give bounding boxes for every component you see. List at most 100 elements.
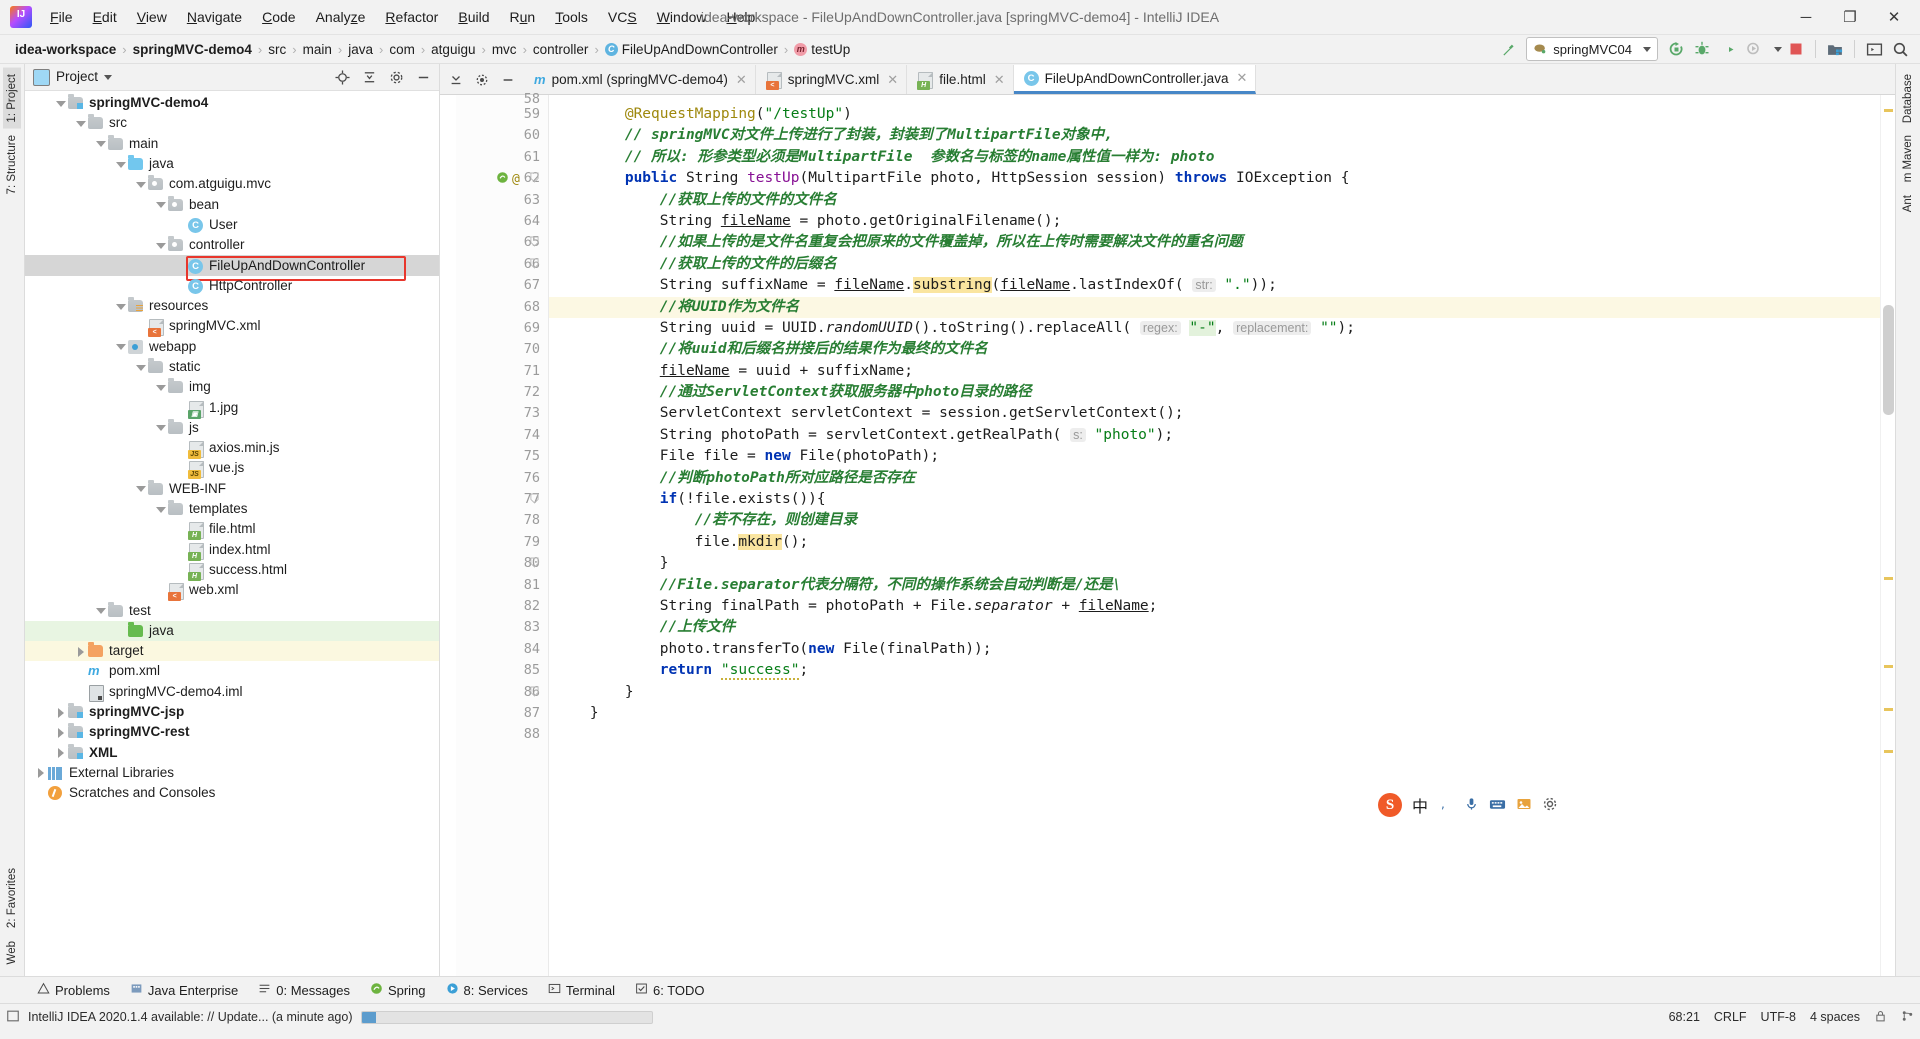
- right-rail-tab-m-maven[interactable]: m Maven: [1899, 129, 1917, 188]
- breadcrumb-item-main[interactable]: main: [298, 40, 337, 59]
- code-line-70[interactable]: //将uuid和后缀名拼接后的结果作为最终的文件名: [549, 339, 1880, 360]
- code-line-85[interactable]: return "success";: [549, 660, 1880, 681]
- file-encoding[interactable]: UTF-8: [1761, 1010, 1796, 1024]
- tree-node-pom-xml[interactable]: m pom.xml: [25, 661, 439, 681]
- tree-node-webapp[interactable]: webapp: [25, 337, 439, 357]
- editor-marker[interactable]: [1884, 577, 1893, 580]
- tree-node-springmvc-xml[interactable]: < springMVC.xml: [25, 316, 439, 338]
- close-tab-icon[interactable]: ✕: [887, 72, 898, 88]
- close-tab-icon[interactable]: ✕: [736, 72, 747, 88]
- code-line-76[interactable]: //判断photoPath所对应路径是否存在: [549, 468, 1880, 489]
- editor-tab-fileupanddowncontroller-java[interactable]: FileUpAndDownController.java ✕: [1013, 65, 1257, 94]
- status-message[interactable]: IntelliJ IDEA 2020.1.4 available: // Upd…: [28, 1010, 353, 1024]
- breadcrumb-item-com[interactable]: com: [384, 40, 420, 59]
- tree-node-vue-js[interactable]: JS vue.js: [25, 458, 439, 480]
- rail-tab-2-favorites[interactable]: 2: Favorites: [3, 862, 21, 934]
- editor-marker[interactable]: [1884, 750, 1893, 753]
- minimize-button[interactable]: ─: [1784, 1, 1828, 33]
- menu-item-edit[interactable]: Edit: [83, 5, 127, 29]
- caret-position[interactable]: 68:21: [1669, 1010, 1700, 1024]
- editor-tab-springmvc-xml[interactable]: < springMVC.xml ✕: [756, 65, 908, 94]
- run-configuration-selector[interactable]: springMVC04: [1526, 37, 1658, 61]
- rail-tab-1-project[interactable]: 1: Project: [3, 68, 21, 129]
- breadcrumb-item-fileupanddowncontroller[interactable]: FileUpAndDownController: [600, 40, 783, 59]
- tree-node-fileupanddowncontroller[interactable]: FileUpAndDownController: [25, 255, 439, 276]
- tree-node-xml[interactable]: XML: [25, 743, 439, 763]
- editor-marker-scrollbar[interactable]: [1880, 95, 1895, 976]
- tree-node-templates[interactable]: templates: [25, 499, 439, 519]
- debug-icon[interactable]: [1690, 38, 1714, 60]
- breadcrumb-item-controller[interactable]: controller: [528, 40, 594, 59]
- tree-node-java[interactable]: java: [25, 620, 439, 642]
- tree-node-user[interactable]: User: [25, 215, 439, 235]
- ime-language-indicator[interactable]: 中: [1412, 793, 1428, 817]
- code-content[interactable]: @RequestMapping("/testUp") // springMVC对…: [549, 95, 1880, 976]
- tree-node-web-inf[interactable]: WEB-INF: [25, 479, 439, 499]
- run-icon[interactable]: [1664, 38, 1688, 60]
- tree-node-target[interactable]: target: [25, 641, 439, 662]
- tree-node-success-html[interactable]: Hsuccess.html: [25, 560, 439, 581]
- menu-item-file[interactable]: File: [40, 5, 83, 29]
- breadcrumb-item-src[interactable]: src: [263, 40, 291, 59]
- editor-marker[interactable]: [1884, 109, 1893, 112]
- stop-icon[interactable]: [1784, 38, 1808, 60]
- editor-scrollbar-thumb[interactable]: [1883, 305, 1894, 415]
- expand-arrow-down-icon[interactable]: [155, 382, 166, 393]
- tree-node-axios-min-js[interactable]: JS axios.min.js: [25, 438, 439, 460]
- menu-item-analyze[interactable]: Analyze: [306, 5, 376, 29]
- lock-icon[interactable]: [1874, 1009, 1887, 1026]
- breadcrumb-item-idea-workspace[interactable]: idea-workspace: [10, 40, 121, 59]
- code-line-66[interactable]: //获取上传的文件的后缀名: [549, 254, 1880, 275]
- editor-tab-file-html[interactable]: Hfile.html ✕: [907, 65, 1014, 94]
- expand-arrow-down-icon[interactable]: [95, 605, 106, 616]
- expand-arrow-right-icon[interactable]: [75, 646, 86, 657]
- tree-node-java[interactable]: java: [25, 154, 439, 174]
- expand-arrow-right-icon[interactable]: [55, 707, 66, 718]
- rail-tab-7-structure[interactable]: 7: Structure: [3, 129, 21, 200]
- tree-node-1-jpg[interactable]: ▣ 1.jpg: [25, 397, 439, 419]
- expand-arrow-right-icon[interactable]: [35, 767, 46, 779]
- tree-node-file-html[interactable]: Hfile.html: [25, 519, 439, 541]
- menu-item-navigate[interactable]: Navigate: [177, 5, 252, 29]
- expand-arrow-down-icon[interactable]: [115, 301, 126, 312]
- editor-collapse-icon[interactable]: [444, 69, 468, 91]
- breadcrumb-item-springmvc-demo4[interactable]: springMVC-demo4: [128, 40, 257, 59]
- line-separator[interactable]: CRLF: [1714, 1010, 1747, 1024]
- right-rail-tab-database[interactable]: Database: [1899, 68, 1917, 129]
- menu-item-run[interactable]: Run: [500, 5, 546, 29]
- expand-arrow-down-icon[interactable]: [155, 199, 166, 210]
- breadcrumb-item-java[interactable]: java: [343, 40, 378, 59]
- breadcrumb-item-atguigu[interactable]: atguigu: [426, 40, 480, 59]
- code-line-68[interactable]: //将UUID作为文件名: [549, 296, 1880, 318]
- editor-marker[interactable]: [1884, 665, 1893, 668]
- code-line-81[interactable]: //File.separator代表分隔符，不同的操作系统会自动判断是/还是\: [549, 575, 1880, 596]
- code-line-82[interactable]: String finalPath = photoPath + File.sepa…: [549, 596, 1880, 617]
- ime-comma-icon[interactable]: ,: [1438, 796, 1454, 815]
- expand-arrow-down-icon[interactable]: [115, 159, 126, 170]
- expand-arrow-down-icon[interactable]: [135, 179, 146, 190]
- code-line-78[interactable]: //若不存在，则创建目录: [549, 510, 1880, 531]
- editor-settings-icon[interactable]: [470, 69, 494, 91]
- tree-node-external-libraries[interactable]: External Libraries: [25, 763, 439, 783]
- menu-item-code[interactable]: Code: [252, 5, 305, 29]
- expand-arrow-down-icon[interactable]: [135, 362, 146, 373]
- expand-arrow-down-icon[interactable]: [155, 504, 166, 515]
- chevron-down-icon[interactable]: [1643, 46, 1651, 52]
- editor-marker[interactable]: [1884, 708, 1893, 711]
- code-line-61[interactable]: // 所以: 形参类型必须是MultipartFile 参数名与标签的name属…: [549, 147, 1880, 168]
- right-rail-tab-ant[interactable]: Ant: [1899, 189, 1917, 218]
- code-line-75[interactable]: File file = new File(photoPath);: [549, 446, 1880, 467]
- expand-arrow-right-icon[interactable]: [55, 747, 66, 759]
- tray-gear-icon[interactable]: [1542, 796, 1558, 815]
- tree-node-scratches-and-consoles[interactable]: Scratches and Consoles: [25, 783, 439, 803]
- terminal-icon[interactable]: [1862, 38, 1886, 60]
- tree-node-js[interactable]: js: [25, 418, 439, 438]
- code-line-77[interactable]: if(!file.exists()){: [549, 489, 1880, 510]
- tree-node-httpcontroller[interactable]: HttpController: [25, 276, 439, 296]
- tree-node-controller[interactable]: controller: [25, 235, 439, 255]
- close-tab-icon[interactable]: ✕: [994, 72, 1005, 88]
- tree-node-springmvc-jsp[interactable]: springMVC-jsp: [25, 702, 439, 722]
- project-view-chevron-down-icon[interactable]: [104, 74, 113, 80]
- code-line-73[interactable]: ServletContext servletContext = session.…: [549, 403, 1880, 424]
- code-line-64[interactable]: String fileName = photo.getOriginalFilen…: [549, 211, 1880, 232]
